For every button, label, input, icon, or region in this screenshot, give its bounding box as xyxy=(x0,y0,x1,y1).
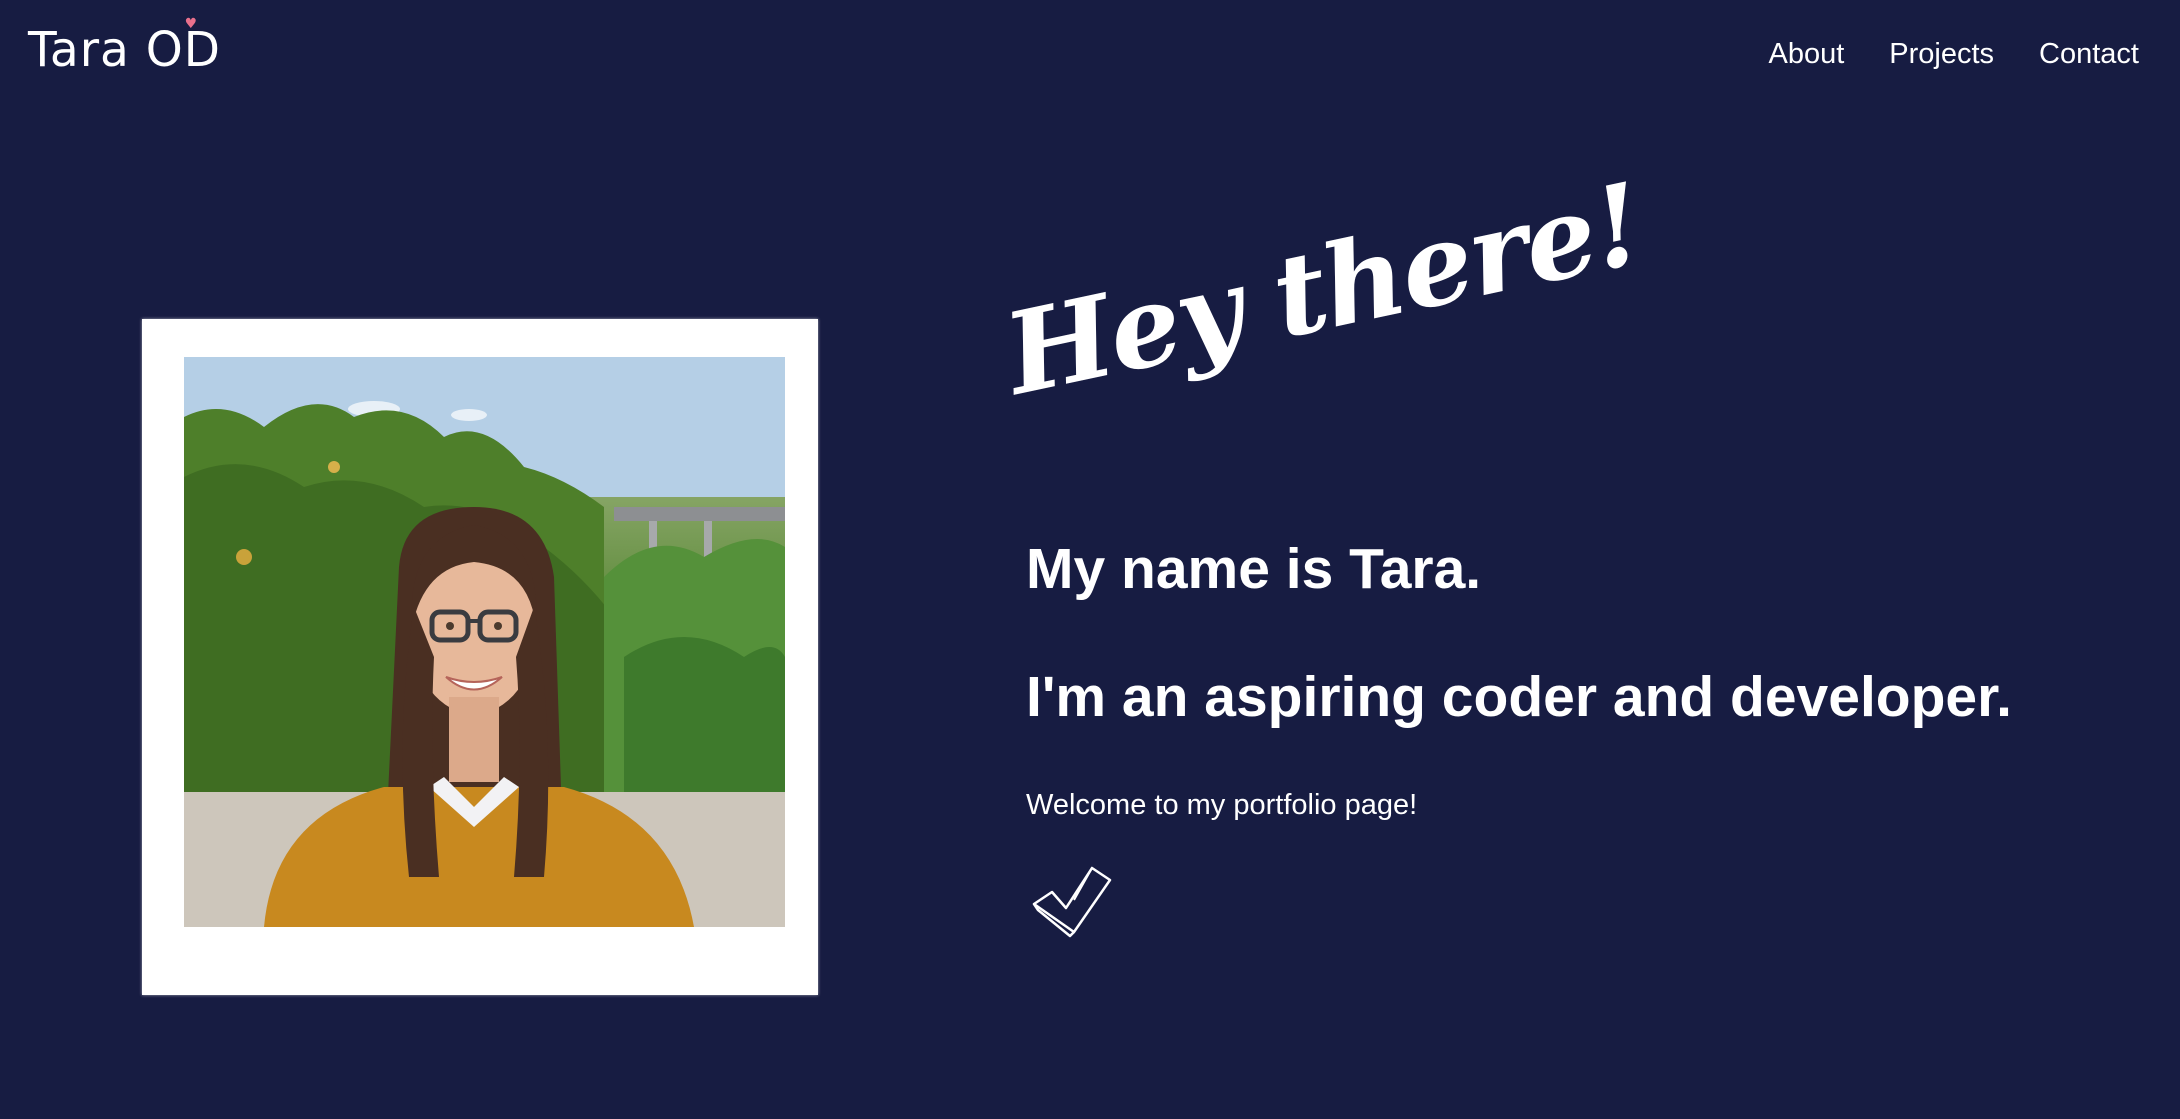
welcome-text: Welcome to my portfolio page! xyxy=(1026,789,1418,821)
profile-photo xyxy=(184,357,785,927)
greeting-heading: Hey there! xyxy=(994,158,1653,421)
heart-icon: ♥ xyxy=(184,16,199,32)
main-nav: About Projects Contact xyxy=(1768,38,2139,71)
nav-link-projects[interactable]: Projects xyxy=(1889,38,1994,71)
name-heading: My name is Tara. xyxy=(1026,537,1482,601)
polaroid-frame xyxy=(142,319,818,995)
profile-photo-illustration xyxy=(184,357,785,927)
portfolio-page: Tara OD ♥ About Projects Contact Hey the… xyxy=(0,0,2180,1119)
checkmark-icon xyxy=(1032,866,1112,938)
nav-link-about[interactable]: About xyxy=(1768,38,1844,71)
role-heading: I'm an aspiring coder and developer. xyxy=(1026,665,2013,729)
nav-link-contact[interactable]: Contact xyxy=(2039,38,2139,71)
site-logo[interactable]: Tara OD ♥ xyxy=(28,16,221,78)
